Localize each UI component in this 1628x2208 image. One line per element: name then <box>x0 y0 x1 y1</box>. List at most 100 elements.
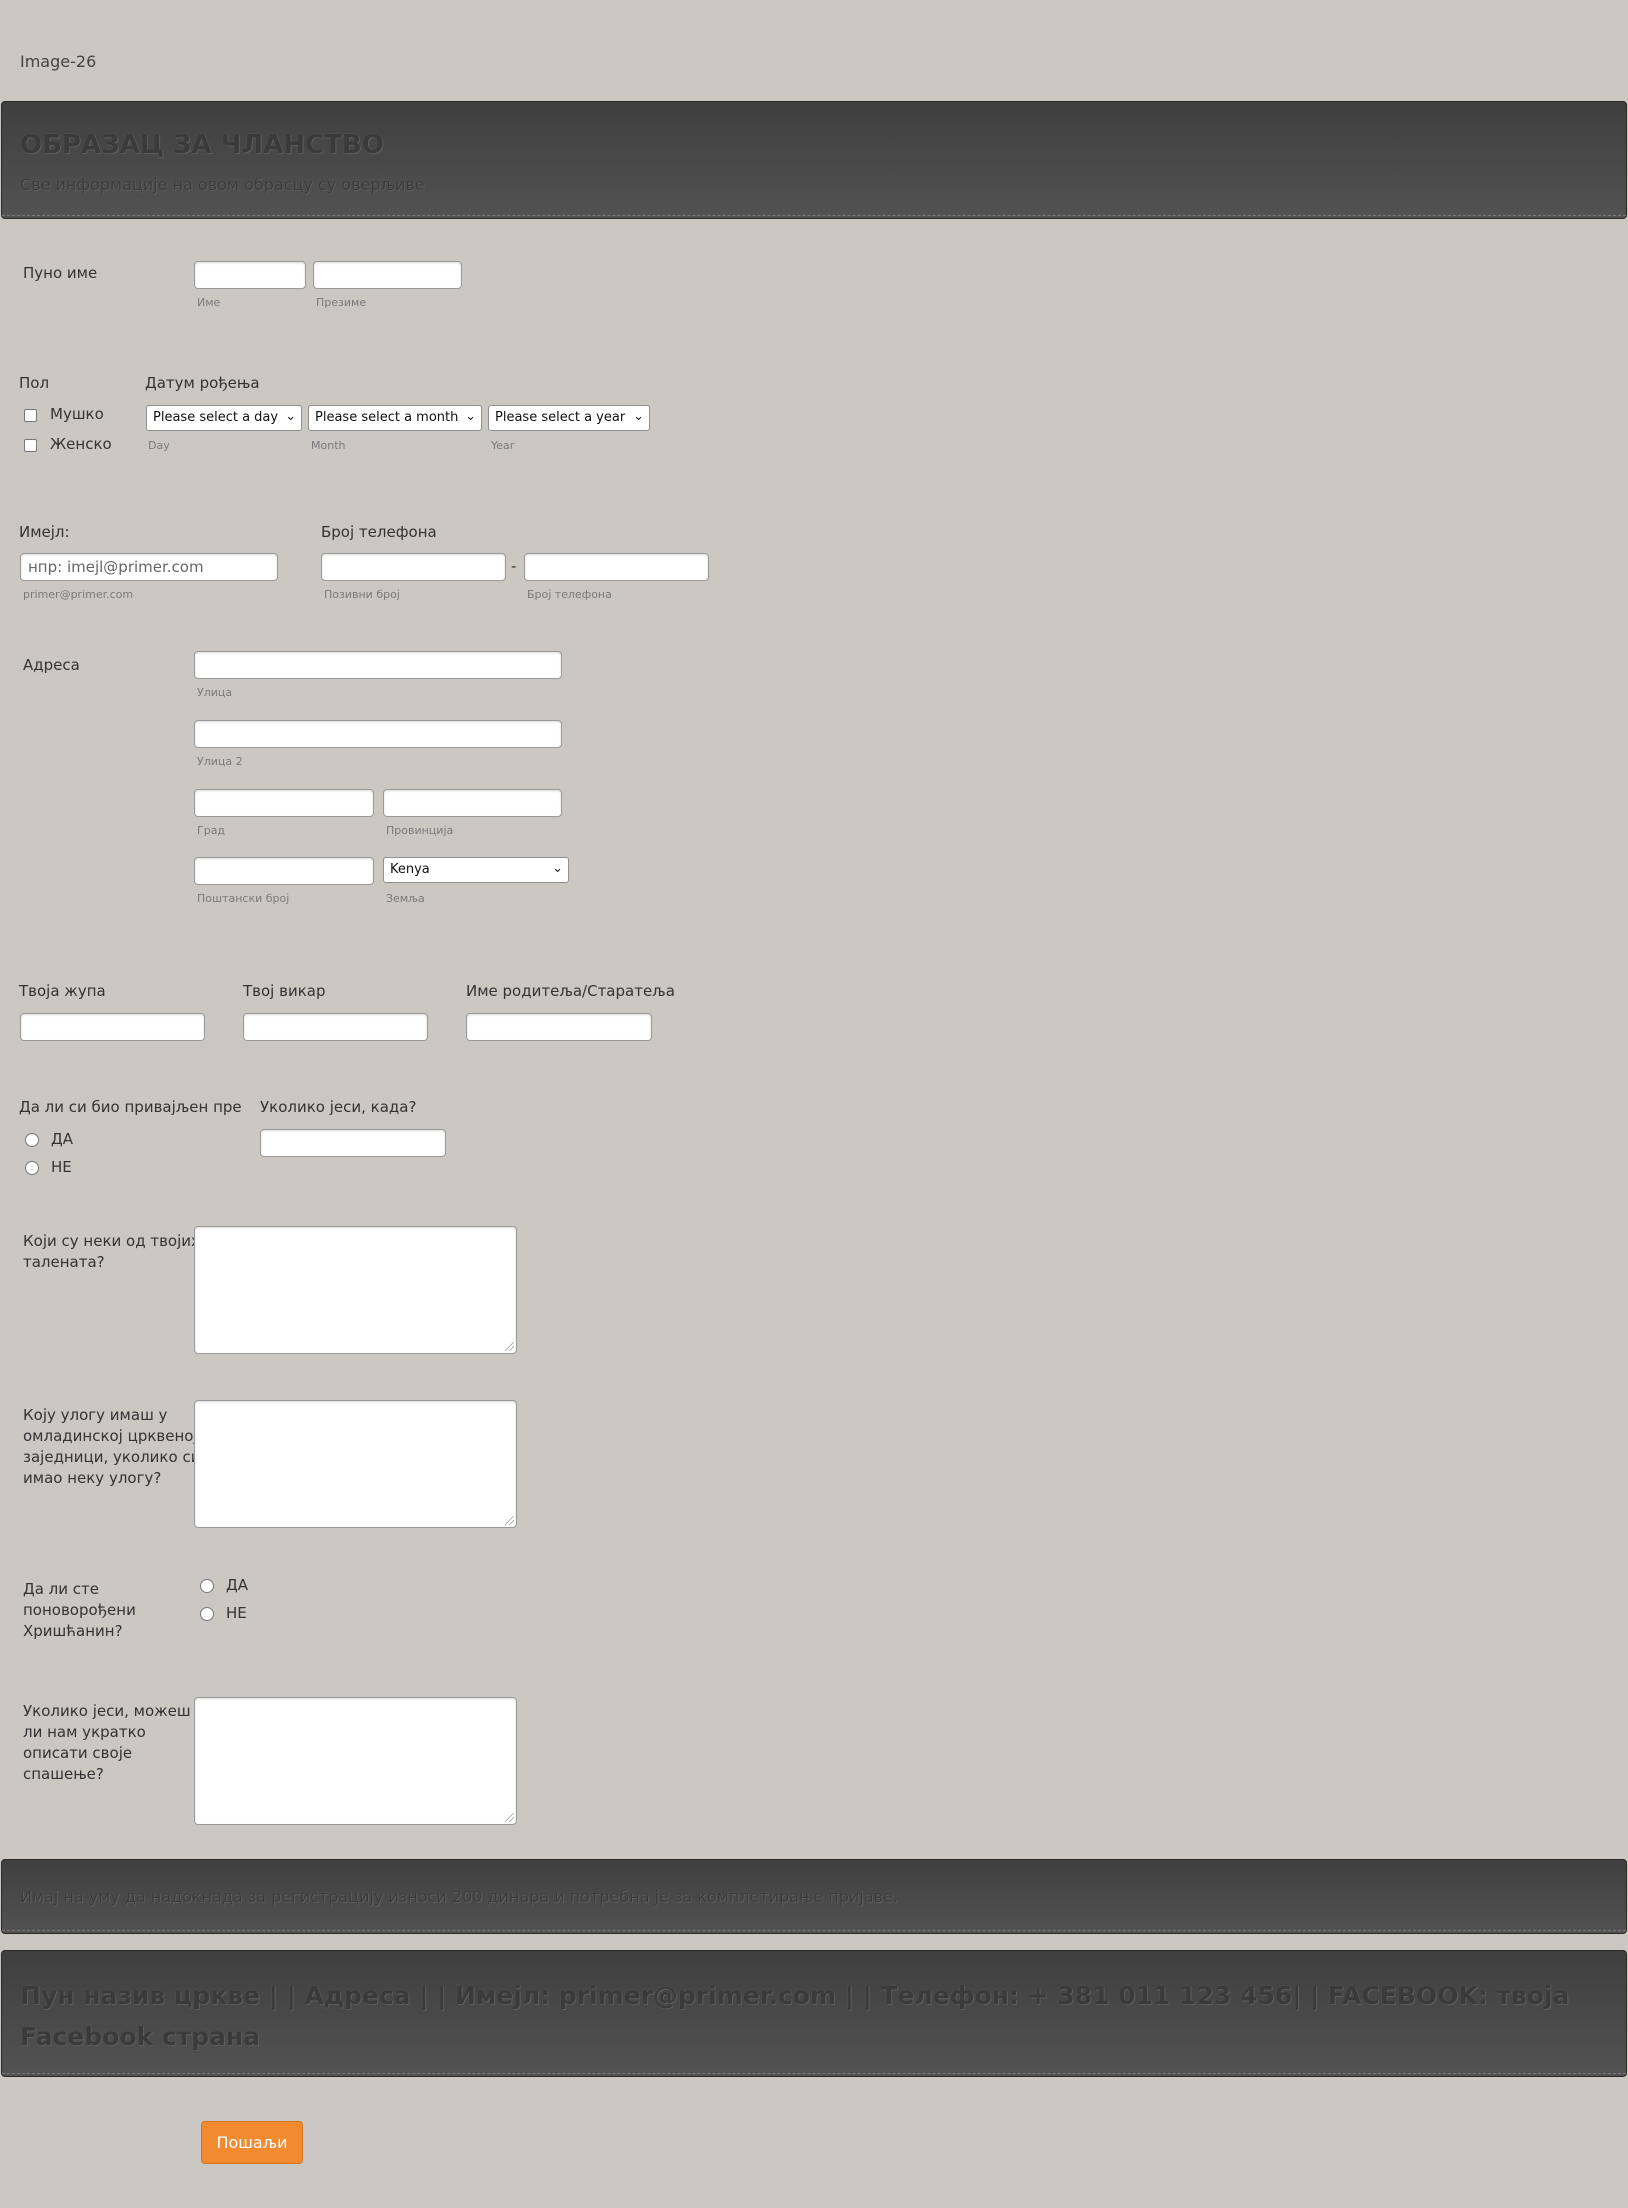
role-label-line: имао неку улогу? <box>23 1469 162 1487</box>
phone-area-input[interactable] <box>321 553 506 581</box>
talents-label-line: Који су неки од твојих <box>23 1232 200 1250</box>
notice-band: Имај на уму да надокнада за регистрацију… <box>1 1859 1627 1934</box>
footer-line: Пун назив цркве | | Адреса | | Имејл: pr… <box>20 1981 1570 2010</box>
country-value: Kenya <box>390 862 430 877</box>
role-label-line: Коју улогу имаш у <box>23 1406 168 1424</box>
gender-label: Пол <box>19 374 50 392</box>
province-sublabel: Провинција <box>386 824 454 837</box>
street-sublabel: Улица <box>197 686 233 699</box>
full-name-label: Пуно име <box>23 264 98 282</box>
resize-grip-icon[interactable] <box>505 1813 514 1822</box>
role-label-line: заједници, уколико си <box>23 1448 201 1466</box>
last-name-sublabel: Презиме <box>316 296 367 309</box>
footer-text: Пун назив цркве | | Адреса | | Имејл: pr… <box>20 1975 1569 2057</box>
chevron-down-icon: ⌄ <box>285 409 296 424</box>
birth-month-sublabel: Month <box>311 439 346 452</box>
salvation-label-line: описати своје <box>23 1744 133 1762</box>
province-input[interactable] <box>383 789 562 817</box>
salvation-label-line: Уколико јеси, можеш <box>23 1702 191 1720</box>
band-divider <box>2 2073 1626 2074</box>
chevron-down-icon: ⌄ <box>465 409 476 424</box>
phone-number-sublabel: Број телефона <box>527 588 612 601</box>
zip-input[interactable] <box>194 857 374 885</box>
born-again-no-radio[interactable] <box>200 1607 214 1621</box>
guardian-input[interactable] <box>466 1013 652 1041</box>
role-label: Коју улогу имаш у омладинској црквеној з… <box>23 1405 200 1489</box>
phone-area-sublabel: Позивни број <box>324 588 400 601</box>
band-divider <box>2 215 1626 216</box>
vicar-label: Твој викар <box>243 982 326 1000</box>
vicar-input[interactable] <box>243 1013 428 1041</box>
born-again-label-line: поноворођени <box>23 1601 136 1619</box>
resize-grip-icon[interactable] <box>505 1342 514 1351</box>
phone-label: Број телефона <box>321 523 437 541</box>
confirmed-no-radio[interactable] <box>25 1161 39 1175</box>
chevron-down-icon: ⌄ <box>552 861 563 876</box>
gender-female-label: Женско <box>50 435 112 453</box>
birth-day-sublabel: Day <box>148 439 170 452</box>
birth-year-select[interactable]: Please select a year ⌄ <box>488 405 650 431</box>
phone-separator: - <box>511 557 517 575</box>
resize-grip-icon[interactable] <box>505 1516 514 1525</box>
birth-month-select[interactable]: Please select a month ⌄ <box>308 405 482 431</box>
birth-year-sublabel: Year <box>491 439 515 452</box>
salvation-label-line: спашење? <box>23 1765 104 1783</box>
header-image-alt: Image-26 <box>20 52 97 71</box>
birth-year-value: Please select a year <box>495 410 626 425</box>
gender-female-checkbox[interactable] <box>24 439 37 452</box>
salvation-label-line: ли нам укратко <box>23 1723 146 1741</box>
born-again-label: Да ли сте поноворођени Хришћанин? <box>23 1579 136 1642</box>
born-again-no-label: НЕ <box>226 1604 247 1622</box>
header-image: Image-26 <box>20 52 96 71</box>
first-name-sublabel: Име <box>197 296 221 309</box>
gender-male-label: Мушко <box>50 405 104 423</box>
talents-label: Који су неки од твојих талената? <box>23 1231 200 1273</box>
phone-number-input[interactable] <box>524 553 709 581</box>
confirmed-yes-radio[interactable] <box>25 1133 39 1147</box>
birth-date-label: Датум рођења <box>145 374 260 392</box>
talents-label-line: талената? <box>23 1253 105 1271</box>
street-input[interactable] <box>194 651 562 679</box>
notice-text: Имај на уму да надокнада за регистрацију… <box>20 1887 898 1906</box>
country-sublabel: Земља <box>386 892 425 905</box>
last-name-input[interactable] <box>313 261 462 289</box>
parish-input[interactable] <box>20 1013 205 1041</box>
born-again-yes-label: ДА <box>226 1576 248 1594</box>
submit-button[interactable]: Пошаљи <box>201 2121 303 2164</box>
city-sublabel: Град <box>197 824 226 837</box>
salvation-label: Уколико јеси, можеш ли нам укратко описа… <box>23 1701 191 1785</box>
zip-sublabel: Поштански број <box>197 892 290 905</box>
when-input[interactable] <box>260 1129 446 1157</box>
country-select[interactable]: Kenya ⌄ <box>383 857 569 883</box>
email-input[interactable]: нпр: imejl@primer.com <box>20 553 278 581</box>
born-again-yes-radio[interactable] <box>200 1579 214 1593</box>
guardian-label: Име родитеља/Старатеља <box>466 982 675 1000</box>
confirmed-label: Да ли си био привајљен пре <box>19 1098 242 1116</box>
role-label-line: омладинској црквеној <box>23 1427 198 1445</box>
form-title: ОБРАЗАЦ ЗА ЧЛАНСТВО <box>20 130 384 160</box>
born-again-label-line: Да ли сте <box>23 1580 99 1598</box>
footer-line: Facebook страна <box>20 2022 261 2051</box>
when-label: Уколико јеси, када? <box>260 1098 417 1116</box>
band-divider <box>2 1930 1626 1931</box>
form-subtitle: Све информације на овом обрасцу су оверљ… <box>20 175 425 194</box>
email-label: Имејл: <box>19 523 70 541</box>
address-label: Адреса <box>23 656 80 674</box>
chevron-down-icon: ⌄ <box>633 409 644 424</box>
footer-band: Пун назив цркве | | Адреса | | Имејл: pr… <box>1 1950 1627 2077</box>
birth-day-select[interactable]: Please select a day ⌄ <box>146 405 302 431</box>
email-sublabel: primer@primer.com <box>23 588 134 601</box>
confirmed-yes-label: ДА <box>51 1130 73 1148</box>
born-again-label-line: Хришћанин? <box>23 1622 123 1640</box>
birth-month-value: Please select a month <box>315 410 459 425</box>
talents-textarea[interactable] <box>194 1226 517 1354</box>
salvation-textarea[interactable] <box>194 1697 517 1825</box>
city-input[interactable] <box>194 789 374 817</box>
street2-sublabel: Улица 2 <box>197 755 243 768</box>
street2-input[interactable] <box>194 720 562 748</box>
parish-label: Твоја жупа <box>19 982 106 1000</box>
role-textarea[interactable] <box>194 1400 517 1528</box>
form-header: ОБРАЗАЦ ЗА ЧЛАНСТВО Све информације на о… <box>1 101 1627 219</box>
gender-male-checkbox[interactable] <box>24 409 37 422</box>
first-name-input[interactable] <box>194 261 306 289</box>
